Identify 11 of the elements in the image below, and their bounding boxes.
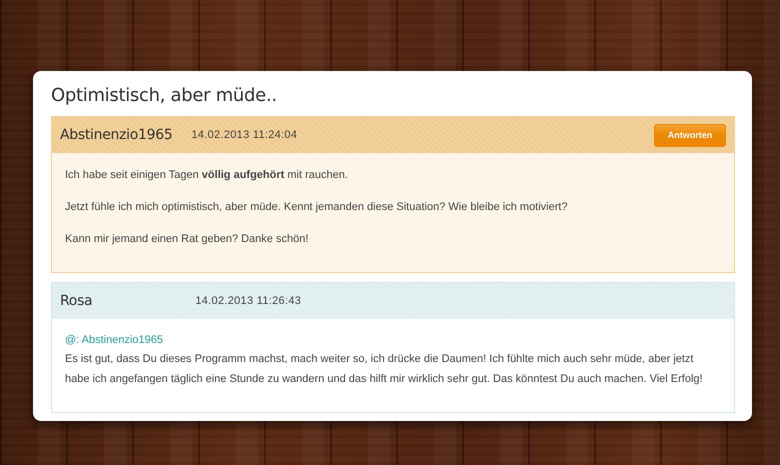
post-timestamp: 14.02.2013 11:26:43 — [195, 295, 302, 307]
author-name: Abstinenzio1965 — [60, 127, 172, 143]
reply-button[interactable]: Antworten — [654, 124, 726, 146]
thread-title: Optimistisch, aber müde.. — [51, 85, 278, 106]
post-text: Es ist gut, dass Du dieses Programm machst, mach weiter so, ich drücke die Daumen! Ich fühlte mich auch sehr müde, aber jetzt habe ich angefangen täglich eine Stunde zu wandern und das hilft mir wirklich sehr gut. Das könntest Du auch machen. Viel Erfolg! — [65, 352, 704, 387]
mention-link[interactable]: @: Abstinenzio1965 — [65, 334, 164, 347]
post-text: Kann mir jemand einen Rat geben? Danke schön! — [65, 233, 310, 246]
author-name: Rosa — [60, 293, 92, 309]
post-text: Jetzt fühle ich mich optimistisch, aber müde. Kennt jemanden diese Situation? Wie bleibe ich motiviert? — [65, 201, 569, 214]
post-timestamp: 14.02.2013 11:24:04 — [191, 129, 298, 141]
post-text: Ich habe seit einigen Tagen völlig aufgehört mit rauchen. — [65, 169, 349, 182]
